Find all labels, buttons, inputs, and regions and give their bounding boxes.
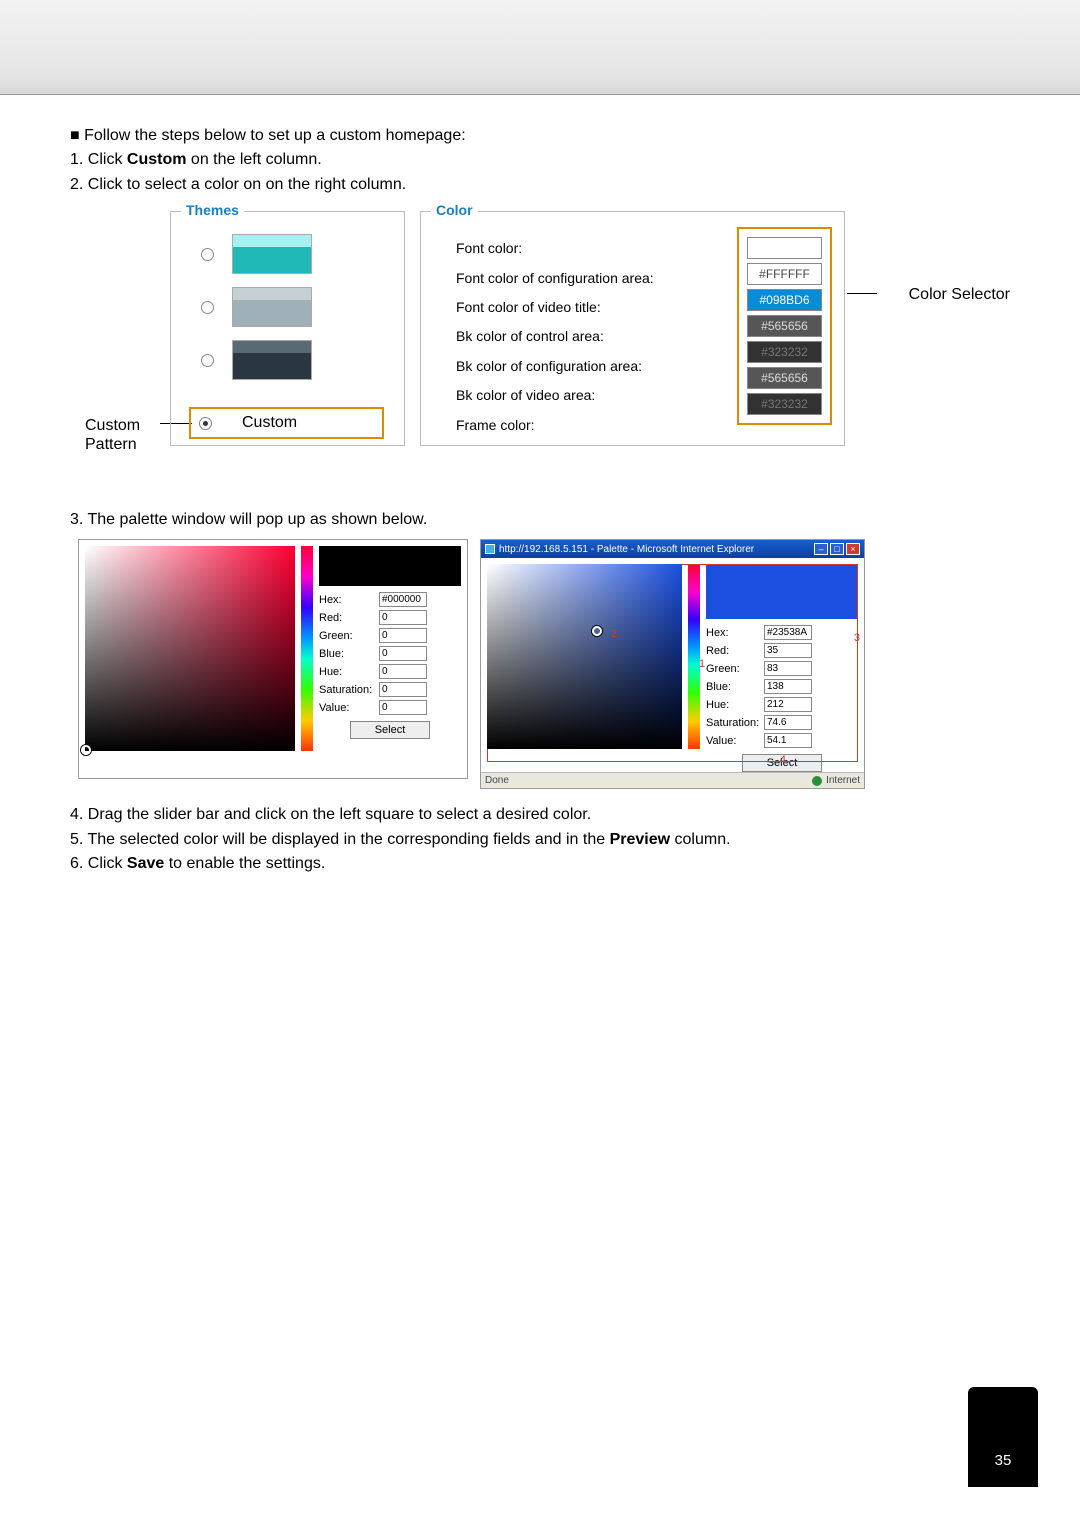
radio-icon-checked[interactable] xyxy=(199,417,212,430)
page-content: ■ Follow the steps below to set up a cus… xyxy=(0,95,1080,875)
callout-4: 4 xyxy=(780,754,786,766)
close-icon[interactable]: × xyxy=(846,543,860,555)
red-label: Red: xyxy=(319,612,379,624)
picker-cursor-icon[interactable] xyxy=(592,626,602,636)
theme-option-3[interactable] xyxy=(201,340,312,380)
label-color-selector: Color Selector xyxy=(909,286,1010,304)
radio-icon[interactable] xyxy=(201,248,214,261)
connector-color-selector xyxy=(847,293,877,294)
intro-bullet: ■ Follow the steps below to set up a cus… xyxy=(70,125,1010,147)
status-done: Done xyxy=(485,775,509,786)
theme-thumb-2 xyxy=(232,287,312,327)
sat-label: Saturation: xyxy=(319,684,379,696)
palette-values: Hex: Red: Green: Blue: Hue: Saturation: … xyxy=(319,546,461,772)
green-input[interactable] xyxy=(379,628,427,643)
label-bk-video: Bk color of video area: xyxy=(456,381,654,410)
palette-window-2: http://192.168.5.151 - Palette - Microso… xyxy=(480,539,865,789)
sv-picker[interactable] xyxy=(85,546,295,751)
swatch-bk-control[interactable]: #565656 xyxy=(747,315,822,337)
callout-2: 2 xyxy=(611,628,617,640)
step6-suffix: to enable the settings. xyxy=(164,855,325,872)
step5-bold: Preview xyxy=(610,831,670,848)
theme-thumb-1 xyxy=(232,234,312,274)
step6-prefix: 6. Click xyxy=(70,855,127,872)
palette-screenshots: Hex: Red: Green: Blue: Hue: Saturation: … xyxy=(78,539,1010,789)
step1-bold: Custom xyxy=(127,151,187,168)
radio-icon[interactable] xyxy=(201,301,214,314)
themes-fieldset: Themes Custom xyxy=(170,211,405,446)
status-bar: Done Internet xyxy=(481,772,864,788)
val-label: Value: xyxy=(319,702,379,714)
swatch-frame[interactable]: #323232 xyxy=(747,393,822,415)
step1-prefix: 1. Click xyxy=(70,151,127,168)
intro-steps: ■ Follow the steps below to set up a cus… xyxy=(70,125,1010,196)
theme-thumb-3 xyxy=(232,340,312,380)
swatch-bk-video[interactable]: #565656 xyxy=(747,367,822,389)
label-bk-config: Bk color of configuration area: xyxy=(456,352,654,381)
radio-icon[interactable] xyxy=(201,354,214,367)
label-custom-pattern: Custom Pattern xyxy=(85,416,140,454)
step5-prefix: 5. The selected color will be displayed … xyxy=(70,831,610,848)
val-input[interactable] xyxy=(379,700,427,715)
swatch-font-video[interactable]: #098BD6 xyxy=(747,289,822,311)
minimize-icon[interactable]: – xyxy=(814,543,828,555)
step4: 4. Drag the slider bar and click on the … xyxy=(70,804,1010,826)
label-font-config: Font color of configuration area: xyxy=(456,264,654,293)
picker-cursor-icon[interactable] xyxy=(81,745,91,755)
sv-picker[interactable] xyxy=(487,564,682,749)
select-button[interactable]: Select xyxy=(350,721,430,739)
internet-icon xyxy=(812,776,822,786)
sat-input[interactable] xyxy=(379,682,427,697)
theme-option-2[interactable] xyxy=(201,287,312,327)
swatch-bk-config[interactable]: #323232 xyxy=(747,341,822,363)
hue-input[interactable] xyxy=(379,664,427,679)
color-swatch-column: #FFFFFF #098BD6 #565656 #323232 #565656 … xyxy=(737,227,832,425)
final-steps: 4. Drag the slider bar and click on the … xyxy=(70,804,1010,875)
maximize-icon[interactable]: □ xyxy=(830,543,844,555)
step6: 6. Click Save to enable the settings. xyxy=(70,853,1010,875)
label-font-video: Font color of video title: xyxy=(456,293,654,322)
color-legend: Color xyxy=(431,202,478,218)
page-number: 35 xyxy=(968,1387,1038,1487)
step6-bold: Save xyxy=(127,855,164,872)
callout-1: 1 xyxy=(699,658,705,670)
theme-option-custom[interactable]: Custom xyxy=(189,407,384,439)
ie-icon xyxy=(485,544,495,554)
step3-text: 3. The palette window will pop up as sho… xyxy=(70,511,1010,529)
palette-window-1: Hex: Red: Green: Blue: Hue: Saturation: … xyxy=(78,539,468,779)
hex-label: Hex: xyxy=(319,594,379,606)
label-font-color: Font color: xyxy=(456,234,654,263)
blue-label: Blue: xyxy=(319,648,379,660)
hue-label: Hue: xyxy=(319,666,379,678)
window-title: http://192.168.5.151 - Palette - Microso… xyxy=(499,544,754,555)
label-custom: Custom xyxy=(85,416,140,435)
themes-color-diagram: Custom Pattern Themes Custom xyxy=(70,211,1010,456)
label-frame-color: Frame color: xyxy=(456,411,654,440)
window-titlebar: http://192.168.5.151 - Palette - Microso… xyxy=(481,540,864,558)
hex-input[interactable] xyxy=(379,592,427,607)
hue-slider[interactable] xyxy=(301,546,313,751)
callout-3: 3 xyxy=(854,632,860,644)
swatch-font-config[interactable]: #FFFFFF xyxy=(747,263,822,285)
step5-suffix: column. xyxy=(670,831,730,848)
step1-suffix: on the left column. xyxy=(186,151,321,168)
blue-input[interactable] xyxy=(379,646,427,661)
label-pattern: Pattern xyxy=(85,435,140,454)
label-bk-control: Bk color of control area: xyxy=(456,322,654,351)
status-internet: Internet xyxy=(826,775,860,786)
red-input[interactable] xyxy=(379,610,427,625)
theme-option-1[interactable] xyxy=(201,234,312,274)
color-preview xyxy=(319,546,461,586)
intro-step1: 1. Click Custom on the left column. xyxy=(70,149,1010,171)
intro-step2: 2. Click to select a color on on the rig… xyxy=(70,174,1010,196)
color-fieldset: Color Font color: Font color of configur… xyxy=(420,211,845,446)
green-label: Green: xyxy=(319,630,379,642)
color-labels: Font color: Font color of configuration … xyxy=(456,234,654,440)
step5: 5. The selected color will be displayed … xyxy=(70,829,1010,851)
custom-label: Custom xyxy=(242,414,297,432)
swatch-font-color[interactable] xyxy=(747,237,822,259)
themes-legend: Themes xyxy=(181,202,244,218)
header-gradient xyxy=(0,0,1080,95)
